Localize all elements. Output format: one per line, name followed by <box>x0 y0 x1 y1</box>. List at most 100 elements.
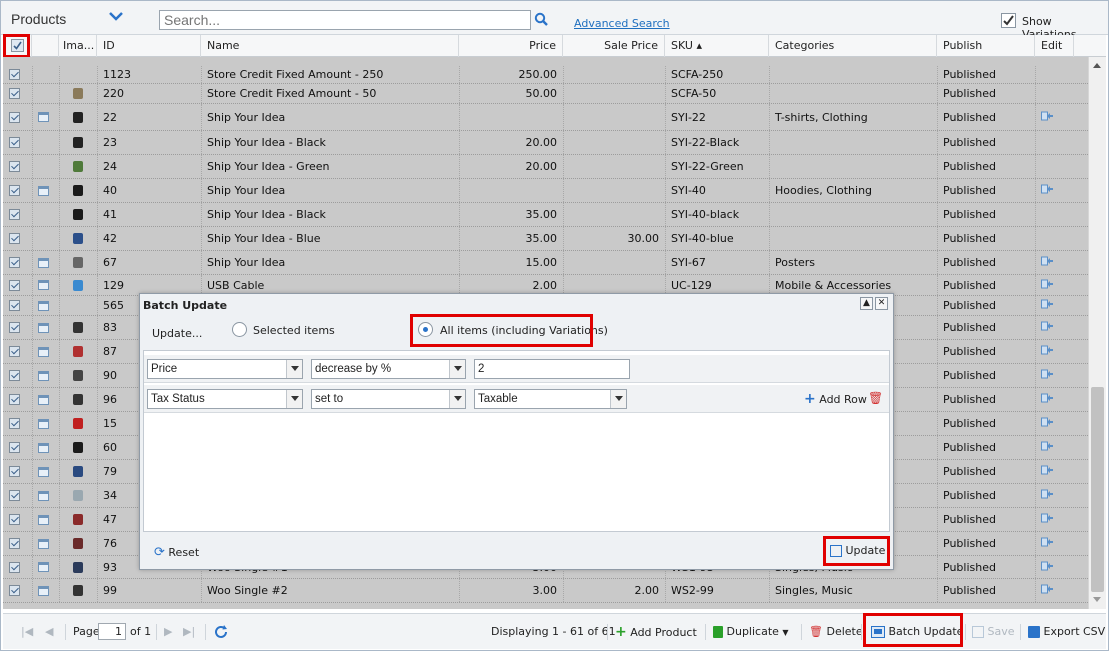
edit-icon[interactable] <box>1041 465 1054 478</box>
variations-icon[interactable] <box>38 418 49 429</box>
advanced-search-link[interactable]: Advanced Search <box>574 17 670 30</box>
operation-select-2[interactable]: set to <box>311 389 466 409</box>
edit-icon[interactable] <box>1041 561 1054 574</box>
row-checkbox[interactable] <box>9 161 20 172</box>
variations-icon[interactable] <box>38 562 49 572</box>
variations-icon[interactable] <box>38 322 49 333</box>
row-checkbox[interactable] <box>9 561 20 573</box>
header-id[interactable]: ID <box>97 35 201 57</box>
header-image[interactable]: Ima... <box>59 35 97 57</box>
row-checkbox[interactable] <box>9 257 20 268</box>
edit-icon[interactable] <box>1041 111 1054 124</box>
edit-icon[interactable] <box>1041 393 1054 406</box>
row-checkbox[interactable] <box>9 442 20 453</box>
show-variations-checkbox[interactable] <box>1001 13 1016 28</box>
header-price[interactable]: Price <box>459 35 563 57</box>
variations-icon[interactable] <box>38 394 49 405</box>
row-checkbox[interactable] <box>9 137 20 148</box>
export-csv-button[interactable]: Export CSV <box>1028 614 1105 650</box>
row-checkbox[interactable] <box>9 370 20 381</box>
variations-icon[interactable] <box>38 490 49 501</box>
row-checkbox[interactable] <box>9 233 20 244</box>
row-checkbox[interactable] <box>9 418 20 429</box>
edit-icon[interactable] <box>1041 369 1054 382</box>
add-product-button[interactable]: + Add Product <box>615 614 697 650</box>
field-select-2[interactable]: Tax Status <box>147 389 303 409</box>
table-row[interactable]: 24 Ship Your Idea - Green 20.00 SYI-22-Gree… <box>3 155 1088 179</box>
edit-icon[interactable] <box>1041 321 1054 334</box>
variations-icon[interactable] <box>38 514 49 525</box>
prev-page-icon[interactable]: ◀ <box>45 614 53 650</box>
row-checkbox[interactable] <box>9 185 20 196</box>
scrollbar-thumb[interactable] <box>1091 387 1104 592</box>
variations-icon[interactable] <box>38 346 49 357</box>
table-row[interactable]: 67 Ship Your Idea 15.00 SYI-67 Posters Publis… <box>3 251 1088 275</box>
header-categories[interactable]: Categories <box>769 35 937 57</box>
add-row-button[interactable]: + Add Row <box>804 391 867 407</box>
radio-selected-items[interactable] <box>232 322 247 337</box>
collapse-icon[interactable]: ▲ <box>860 297 873 310</box>
row-checkbox[interactable] <box>9 322 20 333</box>
edit-icon[interactable] <box>1041 513 1054 526</box>
row-checkbox[interactable] <box>9 585 20 596</box>
table-row[interactable]: 220 Store Credit Fixed Amount - 50 50.00 SC… <box>3 84 1088 104</box>
edit-icon[interactable] <box>1041 417 1054 430</box>
first-page-icon[interactable]: |◀ <box>21 614 33 650</box>
close-icon[interactable]: ✕ <box>875 297 888 310</box>
edit-icon[interactable] <box>1041 345 1054 358</box>
variations-icon[interactable] <box>38 538 49 549</box>
variations-icon[interactable] <box>38 280 49 290</box>
edit-icon[interactable] <box>1041 489 1054 502</box>
row-checkbox[interactable] <box>9 490 20 501</box>
header-sku[interactable]: SKU ▴ <box>665 35 769 57</box>
row-checkbox[interactable] <box>9 466 20 477</box>
edit-icon[interactable] <box>1041 184 1054 197</box>
row-checkbox[interactable] <box>9 209 20 220</box>
table-row[interactable]: 40 Ship Your Idea SYI-40 Hoodies, Clothing P… <box>3 179 1088 203</box>
vertical-scrollbar[interactable] <box>1088 57 1106 609</box>
table-row[interactable]: 22 Ship Your Idea SYI-22 T-shirts, Clothing… <box>3 104 1088 131</box>
search-input[interactable] <box>159 10 531 30</box>
table-row[interactable]: 42 Ship Your Idea - Blue 35.00 30.00 SYI-40-… <box>3 227 1088 251</box>
delete-button[interactable]: 🗑 Delete <box>809 614 863 650</box>
variations-icon[interactable] <box>38 185 49 196</box>
caret-down-icon[interactable]: ▼ <box>782 628 788 637</box>
scroll-up-arrow-icon[interactable] <box>1093 63 1101 68</box>
row-checkbox[interactable] <box>9 111 20 123</box>
header-publish[interactable]: Publish <box>937 35 1035 57</box>
reset-button[interactable]: ⟳ Reset <box>154 545 199 560</box>
row-checkbox[interactable] <box>9 300 20 311</box>
table-row[interactable]: 1123 Store Credit Fixed Amount - 250 250.0… <box>3 66 1088 84</box>
delete-row-icon[interactable]: 🗑 <box>868 391 883 405</box>
row-checkbox[interactable] <box>9 514 20 525</box>
header-name[interactable]: Name <box>201 35 459 57</box>
table-row[interactable]: 23 Ship Your Idea - Black 20.00 SYI-22-Blac… <box>3 131 1088 155</box>
row-checkbox[interactable] <box>9 279 20 291</box>
edit-icon[interactable] <box>1041 441 1054 454</box>
search-icon[interactable] <box>533 11 551 29</box>
row-checkbox[interactable] <box>9 394 20 405</box>
row-checkbox[interactable] <box>9 538 20 549</box>
header-sale-price[interactable]: Sale Price <box>563 35 665 57</box>
edit-icon[interactable] <box>1041 584 1054 597</box>
last-page-icon[interactable]: ▶| <box>183 614 195 650</box>
edit-icon[interactable] <box>1041 537 1054 550</box>
row-checkbox[interactable] <box>9 88 20 99</box>
table-row[interactable]: 41 Ship Your Idea - Black 35.00 SYI-40-blac… <box>3 203 1088 227</box>
variations-icon[interactable] <box>38 442 49 453</box>
next-page-icon[interactable]: ▶ <box>164 614 172 650</box>
field-select-1[interactable]: Price <box>147 359 303 379</box>
variations-icon[interactable] <box>38 585 49 596</box>
row-checkbox[interactable] <box>9 69 20 80</box>
edit-icon[interactable] <box>1041 256 1054 269</box>
edit-icon[interactable] <box>1041 279 1054 292</box>
duplicate-button[interactable]: Duplicate ▼ <box>713 614 789 650</box>
scroll-down-arrow-icon[interactable] <box>1093 597 1101 602</box>
variations-icon[interactable] <box>38 370 49 381</box>
table-row[interactable]: 99 Woo Single #2 3.00 2.00 WS2-99 Singles, Mu… <box>3 579 1088 603</box>
row-checkbox[interactable] <box>9 346 20 357</box>
header-edit[interactable]: Edit <box>1035 35 1074 57</box>
variations-icon[interactable] <box>38 466 49 477</box>
value-input-1[interactable]: 2 <box>474 359 630 379</box>
refresh-icon[interactable] <box>213 624 229 640</box>
